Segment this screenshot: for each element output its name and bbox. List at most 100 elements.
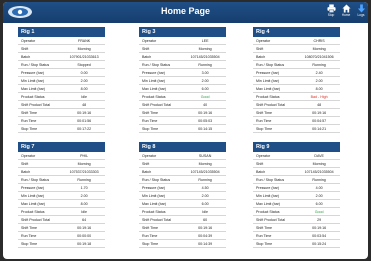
field-value: SUSAN bbox=[198, 154, 212, 158]
rig-row-product-status: Product Status Good bbox=[139, 93, 226, 101]
rig-row-max-limit: Max Limit (bar) 8.00 bbox=[18, 85, 105, 93]
print-button[interactable]: Stop bbox=[324, 4, 338, 21]
field-value: 00:19:16 bbox=[198, 226, 213, 230]
rig-panel[interactable]: Rig 1 Operator FRANK Shift Morning Batch 10790… bbox=[18, 27, 105, 133]
rig-row-shift: Shift Morning bbox=[253, 45, 340, 53]
field-value: Idle bbox=[202, 210, 208, 214]
field-label: Shift Product Total bbox=[256, 103, 286, 107]
rig-row-operator: Operator SUSAN bbox=[139, 152, 226, 160]
field-label: Shift Time bbox=[142, 111, 158, 115]
field-label: Shift Time bbox=[21, 111, 37, 115]
rig-row-batch: Batch 107145/21035504 bbox=[139, 168, 226, 176]
rig-row-min-limit: Min Limit (bar) 2.00 bbox=[18, 77, 105, 85]
field-label: Run / Stop Status bbox=[142, 178, 171, 182]
rig-panel[interactable]: Rig 3 Operator LEE Shift Morning Batch 107145/… bbox=[139, 27, 226, 133]
field-label: Operator bbox=[256, 154, 271, 158]
field-value: PHIL bbox=[80, 154, 89, 158]
field-value: 00:19:16 bbox=[312, 226, 327, 230]
rig-row-batch: Batch 107145/21035504 bbox=[253, 168, 340, 176]
field-label: Pressure (bar) bbox=[21, 186, 44, 190]
field-value: 1.70 bbox=[80, 186, 88, 190]
field-value: 64 bbox=[82, 218, 87, 222]
field-value: Running bbox=[198, 178, 212, 182]
field-label: Run / Stop Status bbox=[21, 178, 50, 182]
field-value: 8.00 bbox=[80, 87, 88, 91]
rig-row-batch: Batch 107537/21033303 bbox=[18, 168, 105, 176]
field-value: 00:03:54 bbox=[312, 234, 327, 238]
field-label: Min Limit (bar) bbox=[256, 194, 279, 198]
field-label: Stop Time bbox=[21, 242, 38, 246]
rig-row-shift-total: Shift Product Total 40 bbox=[139, 101, 226, 109]
rig-title: Rig 9 bbox=[253, 142, 340, 152]
field-label: Operator bbox=[21, 39, 36, 43]
field-label: Shift bbox=[256, 162, 264, 166]
rig-row-pressure: Pressure (bar) 0.00 bbox=[18, 69, 105, 77]
field-label: Run / Stop Status bbox=[142, 63, 171, 67]
rig-row-pressure: Pressure (bar) 3.00 bbox=[139, 69, 226, 77]
field-value: Idle bbox=[81, 95, 87, 99]
rig-row-stop-time: Stop Time 00:17:22 bbox=[18, 125, 105, 133]
download-button[interactable]: Logs bbox=[354, 4, 368, 21]
rig-panel[interactable]: Rig 8 Operator SUSAN Shift Morning Batch 10714… bbox=[139, 142, 226, 248]
field-label: Max Limit (bar) bbox=[21, 202, 45, 206]
rig-row-product-status: Product Status Idle bbox=[18, 93, 105, 101]
rig-row-shift-total: Shift Product Total 48 bbox=[253, 101, 340, 109]
rig-row-min-limit: Min Limit (bar) 2.00 bbox=[253, 77, 340, 85]
rig-row-run-time: Run Time 00:03:54 bbox=[253, 232, 340, 240]
rig-row-operator: Operator LEE bbox=[139, 37, 226, 45]
field-label: Shift Time bbox=[256, 111, 272, 115]
field-label: Operator bbox=[21, 154, 36, 158]
field-value: 108070/21041506 bbox=[304, 55, 334, 59]
home-button[interactable]: Home bbox=[339, 4, 353, 21]
rig-row-run-stop: Run / Stop Status Running bbox=[139, 176, 226, 184]
rig-row-stop-time: Stop Time 00:14:21 bbox=[253, 125, 340, 133]
rig-title: Rig 4 bbox=[253, 27, 340, 37]
field-value: 00:04:39 bbox=[198, 234, 213, 238]
page-title: Home Page bbox=[160, 6, 211, 16]
field-value: Running bbox=[312, 178, 326, 182]
field-label: Shift Time bbox=[21, 226, 37, 230]
field-label: Run Time bbox=[21, 119, 37, 123]
field-label: Min Limit (bar) bbox=[142, 79, 165, 83]
rig-row-pressure: Pressure (bar) 4.50 bbox=[139, 184, 226, 192]
field-value: 8.00 bbox=[80, 202, 88, 206]
rig-panel[interactable]: Rig 7 Operator PHIL Shift Morning Batch 107537… bbox=[18, 142, 105, 248]
rig-panel[interactable]: Rig 4 Operator CHRIS Shift Morning Batch 10807… bbox=[253, 27, 340, 133]
field-label: Shift bbox=[142, 47, 150, 51]
rig-row-run-time: Run Time 00:04:57 bbox=[253, 117, 340, 125]
field-label: Operator bbox=[142, 39, 157, 43]
rig-row-operator: Operator PHIL bbox=[18, 152, 105, 160]
field-label: Max Limit (bar) bbox=[256, 87, 280, 91]
field-value: 00:19:16 bbox=[77, 111, 92, 115]
field-value: DAVE bbox=[314, 154, 324, 158]
field-label: Batch bbox=[142, 55, 152, 59]
field-label: Shift bbox=[21, 162, 29, 166]
field-value: Good bbox=[200, 95, 210, 99]
field-value: 00:14:15 bbox=[198, 127, 213, 131]
rig-row-max-limit: Max Limit (bar) 8.00 bbox=[253, 85, 340, 93]
rig-row-max-limit: Max Limit (bar) 6.00 bbox=[139, 200, 226, 208]
field-value: Idle bbox=[81, 210, 87, 214]
rig-row-run-stop: Run / Stop Status Running bbox=[253, 61, 340, 69]
field-value: Bad - High bbox=[310, 95, 328, 99]
rig-row-min-limit: Min Limit (bar) 2.00 bbox=[139, 77, 226, 85]
field-label: Product Status bbox=[21, 210, 45, 214]
rig-row-pressure: Pressure (bar) 4.00 bbox=[253, 184, 340, 192]
field-label: Shift Product Total bbox=[142, 218, 172, 222]
field-value: 00:00:00 bbox=[77, 234, 92, 238]
field-value: 00:15:24 bbox=[312, 242, 327, 246]
field-value: Morning bbox=[312, 162, 326, 166]
field-value: 0.00 bbox=[80, 71, 88, 75]
rig-row-pressure: Pressure (bar) 2.40 bbox=[253, 69, 340, 77]
field-label: Pressure (bar) bbox=[256, 71, 279, 75]
field-value: 00:19:16 bbox=[198, 111, 213, 115]
field-label: Min Limit (bar) bbox=[142, 194, 165, 198]
field-label: Min Limit (bar) bbox=[256, 79, 279, 83]
rig-panel[interactable]: Rig 9 Operator DAVE Shift Morning Batch 107145… bbox=[253, 142, 340, 248]
field-value: 107145/21035504 bbox=[190, 170, 220, 174]
rig-title: Rig 1 bbox=[18, 27, 105, 37]
rig-row-run-stop: Run / Stop Status Stopped bbox=[18, 61, 105, 69]
field-label: Shift Product Total bbox=[21, 218, 51, 222]
field-label: Run Time bbox=[256, 234, 272, 238]
rig-row-shift: Shift Morning bbox=[18, 45, 105, 53]
